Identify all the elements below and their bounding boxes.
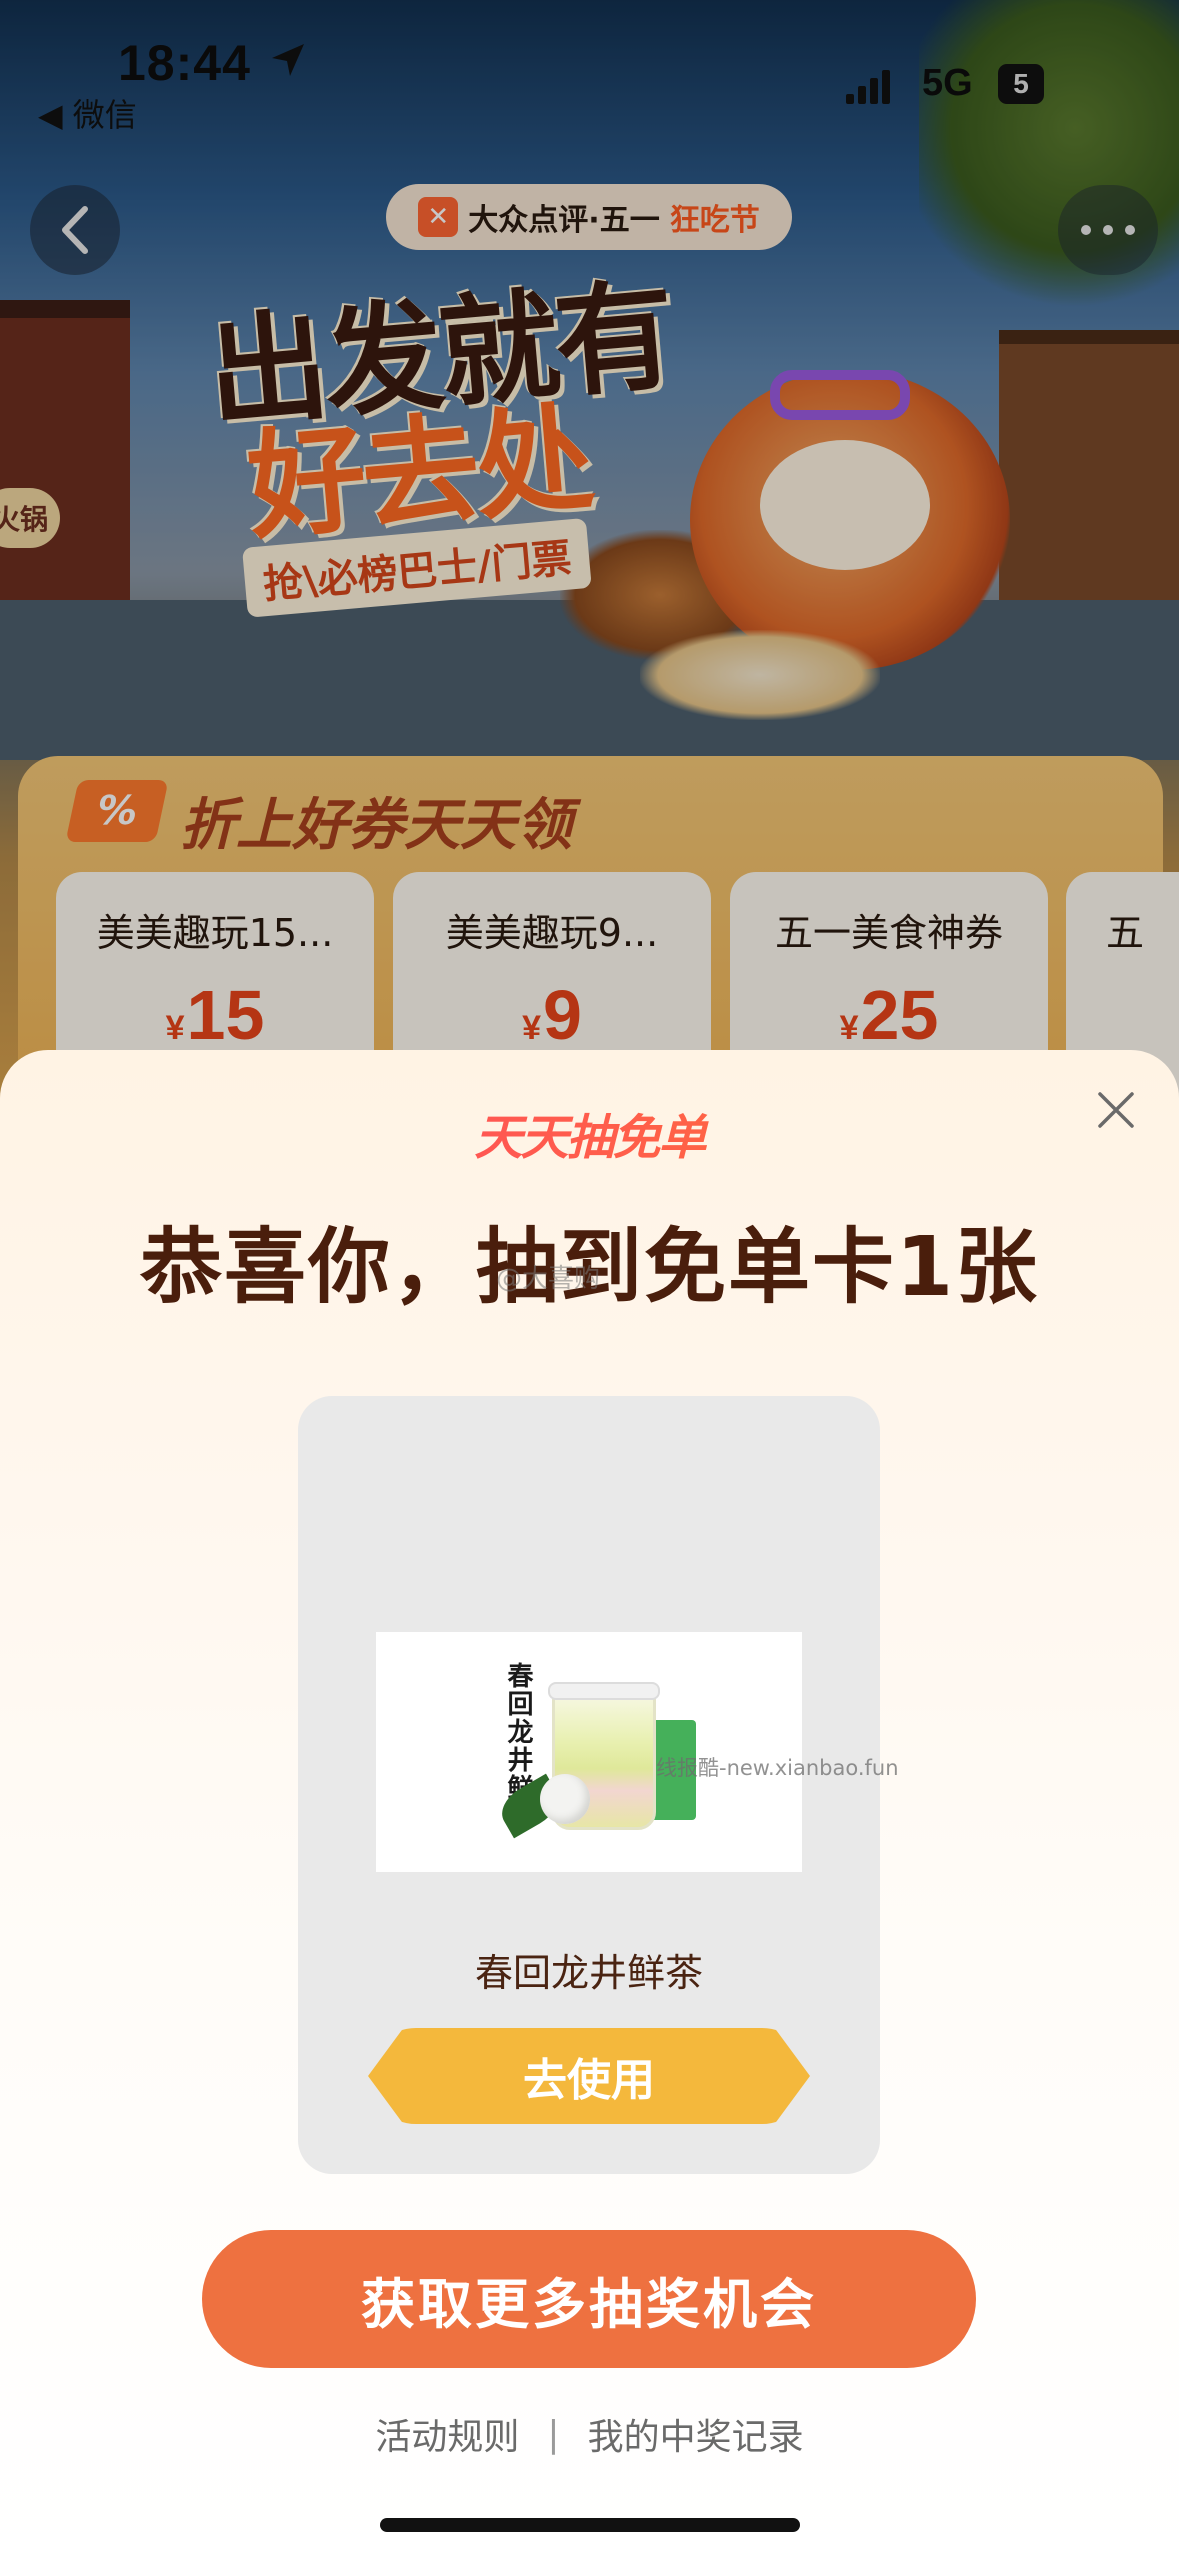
footer-links: 活动规则 | 我的中奖记录: [0, 2408, 1179, 2460]
more-chances-button[interactable]: 获取更多抽奖机会: [202, 2230, 976, 2368]
prize-name: 春回龙井鲜茶: [474, 1951, 703, 1995]
home-indicator[interactable]: [380, 2518, 800, 2532]
site-watermark: 线报酷-new.xianbao.fun: [656, 1756, 899, 1780]
footer-separator: |: [547, 2413, 560, 2455]
rules-link[interactable]: 活动规则: [375, 2408, 519, 2460]
use-now-button[interactable]: 去使用: [368, 2028, 810, 2124]
tea-cup-lid: [548, 1682, 660, 1700]
weibo-watermark: @大喜购: [496, 1264, 601, 1294]
prize-records-link[interactable]: 我的中奖记录: [588, 2408, 804, 2460]
campaign-brand: 天天抽免单: [0, 1098, 1179, 1168]
garnish-illustration: [540, 1774, 590, 1824]
